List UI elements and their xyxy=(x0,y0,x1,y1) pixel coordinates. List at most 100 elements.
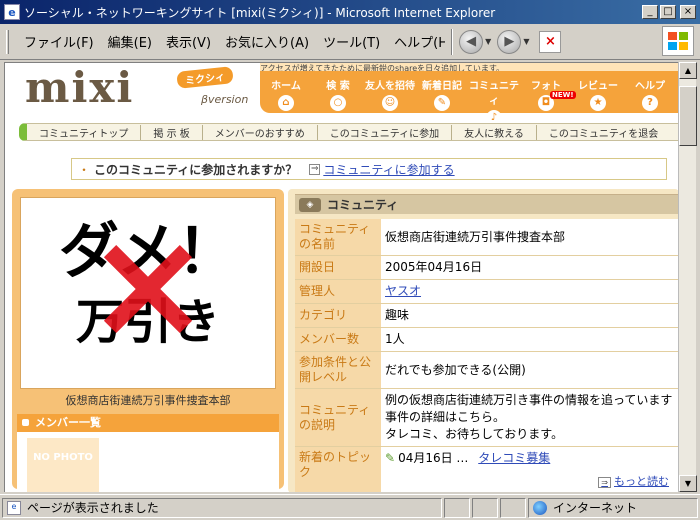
menu-bar: ファイル(F) 編集(E) 表示(V) お気に入り(A) ツール(T) ヘルプ(… xyxy=(0,24,700,60)
back-arrow-icon: ◀ xyxy=(466,34,477,49)
scroll-thumb[interactable] xyxy=(679,86,697,146)
admin-link[interactable]: ヤスオ xyxy=(385,284,421,298)
nav-community[interactable]: コミュニティ ♪ xyxy=(468,65,520,126)
windows-logo-icon xyxy=(662,26,694,56)
menu-edit[interactable]: 編集(E) xyxy=(101,32,159,51)
community-image-graphic: ダメ！ 万引き × xyxy=(59,198,237,372)
help-icon: ? xyxy=(642,95,658,111)
join-prompt: ・ このコミュニティに参加されますか？ ⇒ コミュニティに参加する xyxy=(71,158,667,180)
nav-invite[interactable]: 友人を招待 ☺ xyxy=(364,65,416,113)
smile-icon: ☺ xyxy=(382,95,398,111)
vertical-scrollbar[interactable]: ▲ ▼ xyxy=(678,62,697,492)
mixi-logo[interactable]: mixi xyxy=(25,63,134,112)
mixi-logo-kana: ミクシィ xyxy=(176,66,234,89)
member-list-title: メンバー一覧 xyxy=(17,414,279,432)
status-bar: e ページが表示されました インターネット xyxy=(0,494,700,520)
row-key-name: コミュニティの名前 xyxy=(295,219,381,256)
row-key-admin: 管理人 xyxy=(295,279,381,304)
maximize-button[interactable]: □ xyxy=(660,5,676,19)
status-text: ページが表示されました xyxy=(27,501,159,515)
forward-button[interactable]: ▶ xyxy=(497,29,522,54)
nav-review[interactable]: レビュー ★ xyxy=(572,65,624,113)
description-line: タレコミ、お待ちしております。 xyxy=(385,427,564,441)
table-row: 開設日 2005年04月16日 xyxy=(295,255,678,280)
toolbar-separator xyxy=(451,28,454,55)
home-icon: ⌂ xyxy=(278,95,294,111)
nav-help[interactable]: ヘルプ? xyxy=(624,65,676,113)
tab-member-recommend[interactable]: メンバーのおすすめ xyxy=(203,124,318,140)
table-row: コミュニティの説明 例の仮想商店街連続万引き事件の情報を追っています 事件の詳細… xyxy=(295,388,678,447)
star-icon: ★ xyxy=(590,95,606,111)
tab-leave[interactable]: このコミュニティを退会 xyxy=(537,125,670,140)
arrow-right-icon: ⇒ xyxy=(309,163,321,175)
page-icon: e xyxy=(7,500,21,515)
community-header-icon: ◈ xyxy=(299,197,321,212)
join-community-link[interactable]: コミュニティに参加する xyxy=(323,161,454,178)
row-key-founded: 開設日 xyxy=(295,255,381,280)
info-header: ◈ コミュニティ xyxy=(295,194,678,214)
row-key-category: カテゴリ xyxy=(295,303,381,328)
join-bullet: ・ xyxy=(78,162,91,177)
menu-help[interactable]: ヘルプ(H) xyxy=(387,32,445,51)
table-row: コミュニティの名前 仮想商店街連続万引事件捜査本部 xyxy=(295,219,678,256)
status-panel xyxy=(444,497,470,518)
row-value-members: 1人 xyxy=(381,327,678,352)
scroll-down-icon[interactable]: ▼ xyxy=(679,475,697,492)
table-row: 管理人 ヤスオ xyxy=(295,279,678,304)
toolbar-grip[interactable] xyxy=(6,29,9,54)
community-info-panel: ◈ コミュニティ コミュニティの名前 仮想商店街連続万引事件捜査本部 開設日 2… xyxy=(288,189,678,492)
row-key-members: メンバー数 xyxy=(295,327,381,352)
tab-join[interactable]: このコミュニティに参加 xyxy=(318,124,453,140)
nav-photo[interactable]: フォト ◘ NEW! xyxy=(520,65,576,113)
search-icon: ○ xyxy=(330,95,346,111)
close-button[interactable]: × xyxy=(680,5,696,19)
join-question: このコミュニティに参加されますか？ xyxy=(94,162,298,177)
row-key-conditions: 参加条件と公開レベル xyxy=(295,351,381,389)
nav-home[interactable]: ホーム ⌂ xyxy=(260,65,312,113)
pencil-icon: ✎ xyxy=(434,95,450,111)
community-image[interactable]: ダメ！ 万引き × xyxy=(20,197,276,389)
menu-tools[interactable]: ツール(T) xyxy=(316,32,387,51)
back-dropdown-icon[interactable]: ▼ xyxy=(485,37,491,46)
status-panel xyxy=(500,497,526,518)
table-row: 新着のトピック ✎ 04月16日 … タレコミ募集 ⇒ もっと読む xyxy=(295,446,678,492)
tab-bbs[interactable]: 掲 示 板 xyxy=(141,124,203,140)
internet-globe-icon xyxy=(533,500,547,515)
info-header-title: コミュニティ xyxy=(327,198,399,212)
table-row: メンバー数 1人 xyxy=(295,327,678,352)
menu-favorites[interactable]: お気に入り(A) xyxy=(218,32,316,51)
menu-view[interactable]: 表示(V) xyxy=(159,32,218,51)
ie-icon: e xyxy=(4,4,20,20)
mixi-header: mixi ミクシィ βversion ホーム ⌂ 検 索 ○ 友人を招待 ☺ 新着日記… xyxy=(5,63,678,126)
description-line: 例の仮想商店街連続万引き事件の情報を追っています xyxy=(385,393,673,407)
row-key-topics: 新着のトピック xyxy=(295,446,381,492)
forward-dropdown-icon[interactable]: ▼ xyxy=(523,37,529,46)
pencil-icon: ✎ xyxy=(385,451,396,465)
row-value-conditions: だれでも参加できる(公開) xyxy=(381,351,678,389)
community-photo-panel: ダメ！ 万引き × 仮想商店街連続万引事件捜査本部 メンバー一覧 NO PHOT… xyxy=(12,189,284,492)
nav-diary[interactable]: 新着日記 ✎ xyxy=(416,65,468,113)
minimize-button[interactable]: _ xyxy=(642,5,658,19)
table-row: 参加条件と公開レベル だれでも参加できる(公開) xyxy=(295,351,678,389)
row-key-description: コミュニティの説明 xyxy=(295,388,381,447)
community-nav: コミュニティトップ 掲 示 板 メンバーのおすすめ このコミュニティに参加 友人… xyxy=(19,123,678,141)
no-photo-placeholder[interactable]: NO PHOTO xyxy=(27,438,99,492)
menu-file[interactable]: ファイル(F) xyxy=(17,32,101,51)
topic-link[interactable]: タレコミ募集 xyxy=(478,451,550,465)
read-more-link[interactable]: ⇒ もっと読む xyxy=(598,473,669,491)
stop-button[interactable]: × xyxy=(539,30,562,53)
scroll-up-icon[interactable]: ▲ xyxy=(679,62,697,79)
topic-date: 04月16日 … xyxy=(398,451,469,465)
window-title: ソーシャル・ネットワーキングサイト [mixi(ミクシィ)] - Microso… xyxy=(24,5,496,20)
tab-community-top[interactable]: コミュニティトップ xyxy=(27,124,142,140)
tab-tell-friend[interactable]: 友人に教える xyxy=(452,124,537,140)
member-list: メンバー一覧 NO PHOTO xyxy=(17,414,279,492)
global-nav: ホーム ⌂ 検 索 ○ 友人を招待 ☺ 新着日記 ✎ コミュニティ ♪ フォト ◘ NEW! … xyxy=(260,65,678,126)
arrow-right-icon: ⇒ xyxy=(598,477,611,488)
browser-viewport: mixi ミクシィ βversion ホーム ⌂ 検 索 ○ 友人を招待 ☺ 新着日記… xyxy=(4,62,678,492)
row-value-category: 趣味 xyxy=(381,303,678,328)
nav-search[interactable]: 検 索 ○ xyxy=(312,65,364,113)
back-button[interactable]: ◀ xyxy=(459,29,484,54)
photo-cross: × xyxy=(85,198,211,372)
community-info-table: コミュニティの名前 仮想商店街連続万引事件捜査本部 開設日 2005年04月16… xyxy=(295,219,678,492)
